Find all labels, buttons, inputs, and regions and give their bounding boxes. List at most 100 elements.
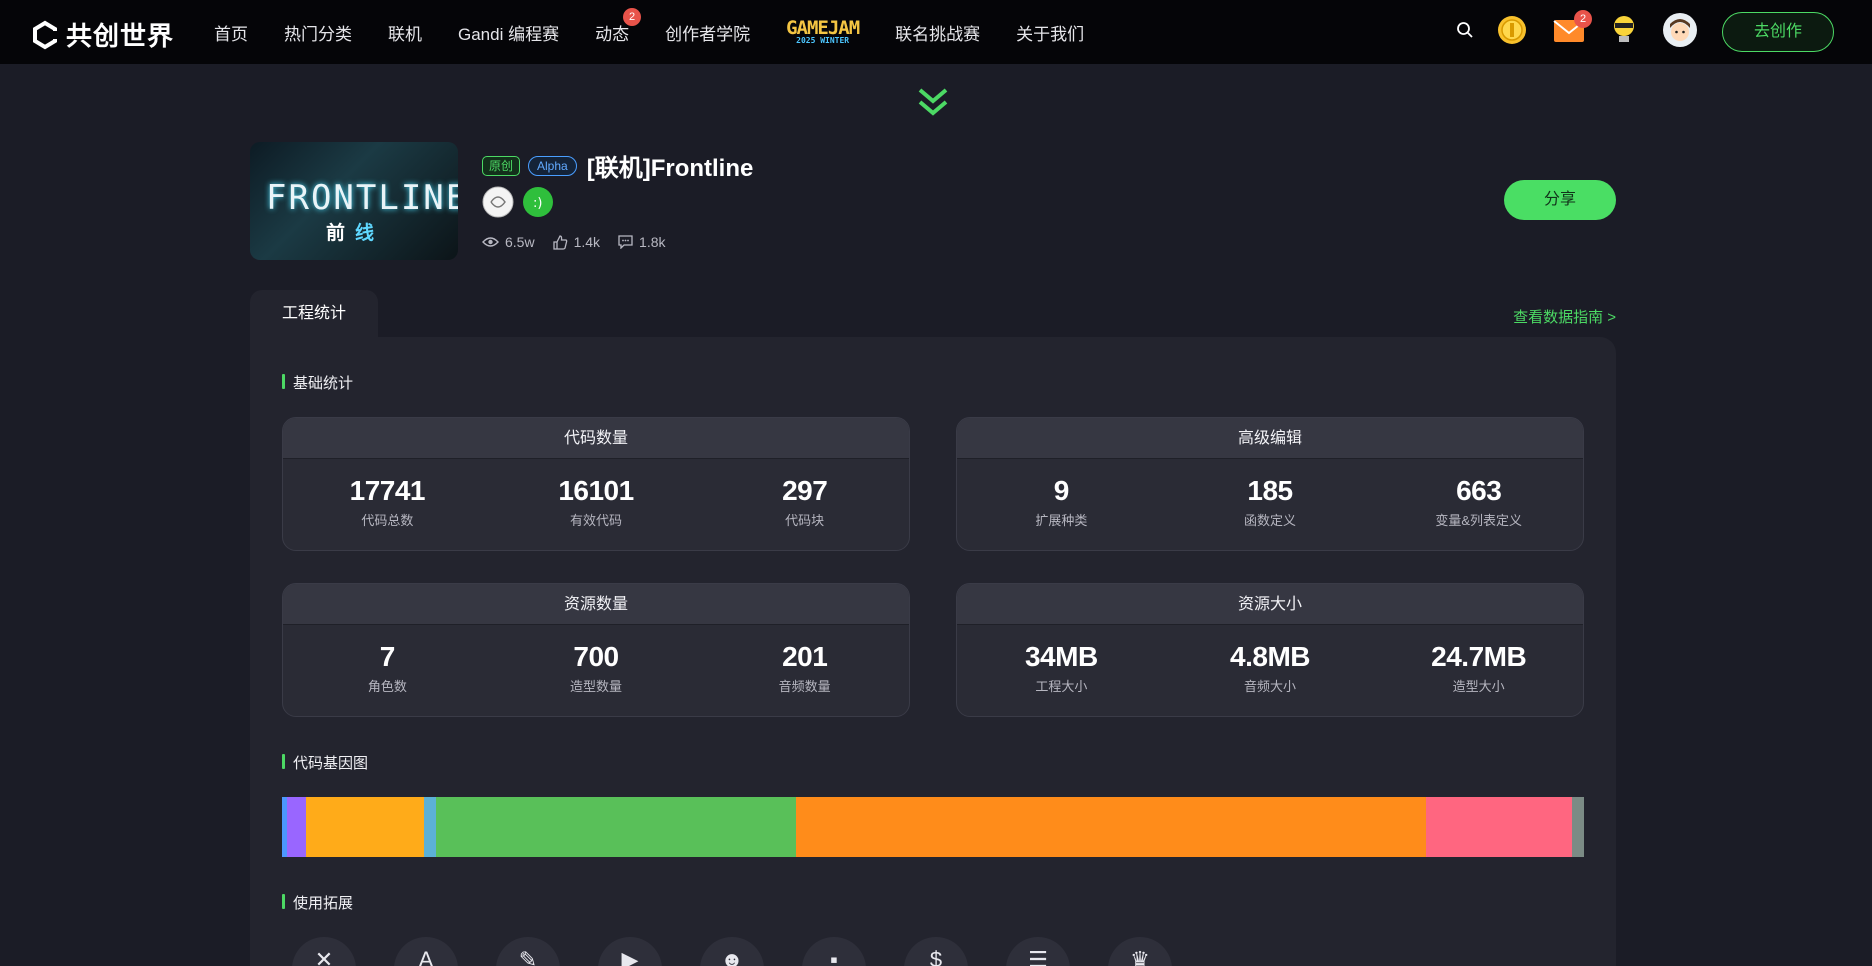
metric-sounds: 201 音频数量 — [700, 625, 909, 716]
metric-costumes: 700 造型数量 — [492, 625, 701, 716]
metric-label: 角色数 — [367, 679, 407, 694]
metric-value: 700 — [573, 641, 619, 672]
views-stat: 6.5w — [482, 234, 535, 250]
card-title: 高级编辑 — [957, 418, 1583, 459]
nav-item-feed[interactable]: 动态 2 — [595, 7, 642, 45]
comments-count: 1.8k — [639, 234, 666, 250]
gamejam-subtitle: 2025 WINTER — [796, 35, 850, 45]
double-chevron-down-icon[interactable] — [916, 86, 950, 120]
metric-value: 201 — [782, 641, 828, 672]
metric-total-code: 17741 代码总数 — [283, 459, 492, 550]
extension-list: ✕ A ✎ ▶ ☻ ▪ $ ☰ ♛ — [292, 937, 1172, 966]
pen-icon[interactable]: ✎ — [496, 937, 560, 966]
comments-stat[interactable]: 1.8k — [618, 234, 666, 250]
logo-icon — [33, 20, 57, 49]
nav-item-home[interactable]: 首页 — [214, 20, 248, 45]
logo-text: 共创世界 — [66, 21, 175, 51]
play-icon[interactable]: ▶ — [598, 937, 662, 966]
cover-subtitle: 前线 — [326, 218, 384, 245]
metric-label: 音频数量 — [778, 679, 831, 694]
nav-item-online[interactable]: 联机 — [388, 20, 422, 45]
likes-stat[interactable]: 1.4k — [552, 234, 601, 250]
metric-value: 16101 — [558, 475, 634, 506]
project-cover[interactable]: FRONTLINE 前线 — [250, 142, 458, 260]
comment-icon — [618, 235, 633, 249]
author-avatar-1[interactable] — [482, 186, 514, 218]
user-avatar[interactable] — [1662, 12, 1698, 53]
nav-item-categories[interactable]: 热门分类 — [284, 20, 352, 45]
metric-value: 185 — [1247, 475, 1293, 506]
metric-label: 变量&列表定义 — [1435, 513, 1523, 528]
pixel-icon[interactable]: ▪ — [802, 937, 866, 966]
metric-label: 代码总数 — [361, 513, 414, 528]
metric-label: 扩展种类 — [1035, 513, 1088, 528]
circle-x-icon[interactable]: ✕ — [292, 937, 356, 966]
metric-sprites: 7 角色数 — [283, 625, 492, 716]
metric-function-defs: 185 函数定义 — [1166, 459, 1375, 550]
gene-segment[interactable] — [436, 797, 796, 857]
svg-text::): :) — [533, 196, 542, 211]
original-tag: 原创 — [482, 155, 521, 176]
metric-value: 297 — [782, 475, 828, 506]
project-stats: 6.5w 1.4k 1.8k — [482, 234, 666, 250]
tab-project-stats[interactable]: 工程统计 — [250, 290, 378, 338]
gene-segment[interactable] — [287, 797, 306, 857]
metric-label: 函数定义 — [1244, 513, 1297, 528]
author-avatar-2[interactable]: :) — [522, 186, 554, 218]
list-icon[interactable]: ☰ — [1006, 937, 1070, 966]
project-title-row: 原创 Alpha [联机]Frontline — [482, 148, 753, 183]
letter-a-icon[interactable]: A — [394, 937, 458, 966]
metric-value: 34MB — [1024, 641, 1098, 672]
nav-item-academy[interactable]: 创作者学院 — [665, 20, 750, 45]
gamejam-logo[interactable]: GAMEJAM 2025 WINTER — [786, 18, 860, 45]
metric-variable-defs: 663 变量&列表定义 — [1374, 459, 1583, 550]
views-count: 6.5w — [505, 234, 535, 250]
gene-segment[interactable] — [1572, 797, 1584, 857]
search-icon[interactable] — [1456, 21, 1474, 44]
gene-segment[interactable] — [424, 797, 437, 857]
cover-sub-1: 前 — [326, 223, 356, 244]
gene-segment[interactable] — [795, 797, 1426, 857]
metric-project-size: 34MB 工程大小 — [957, 625, 1166, 716]
metric-label: 工程大小 — [1035, 679, 1088, 694]
nav-item-about[interactable]: 关于我们 — [1016, 20, 1084, 45]
section-title-extensions: 使用拓展 — [282, 892, 353, 913]
metric-code-blocks: 297 代码块 — [700, 459, 909, 550]
thumbs-up-icon — [552, 234, 567, 250]
nav-item-feed-label: 动态 — [595, 24, 630, 44]
gene-segment[interactable] — [1425, 797, 1573, 857]
card-resource-size: 资源大小 34MB 工程大小 4.8MB 音频大小 24.7MB 造型大小 — [956, 583, 1584, 717]
metric-label: 造型数量 — [570, 679, 623, 694]
cover-sub-2: 线 — [355, 223, 385, 244]
dollar-icon[interactable]: $ — [904, 937, 968, 966]
card-title: 资源大小 — [957, 584, 1583, 625]
likes-count: 1.4k — [573, 234, 601, 250]
metric-extension-types: 9 扩展种类 — [957, 459, 1166, 550]
metric-value: 17741 — [349, 475, 426, 506]
gene-segment[interactable] — [305, 797, 425, 857]
metric-label: 音频大小 — [1244, 679, 1297, 694]
coin-icon[interactable] — [1496, 14, 1528, 51]
nav-item-collab-challenge[interactable]: 联名挑战赛 — [895, 20, 980, 45]
section-title-basic: 基础统计 — [282, 372, 353, 393]
create-button[interactable]: 去创作 — [1722, 12, 1834, 52]
card-resource-count: 资源数量 7 角色数 700 造型数量 201 音频数量 — [282, 583, 910, 717]
lightbulb-icon[interactable] — [1610, 14, 1638, 51]
trophy-icon[interactable]: ♛ — [1108, 937, 1172, 966]
nav-item-gandi-contest[interactable]: Gandi 编程赛 — [458, 20, 559, 45]
mail-icon[interactable]: 2 — [1552, 9, 1592, 49]
alpha-tag: Alpha — [528, 155, 577, 176]
card-code-count: 代码数量 17741 代码总数 16101 有效代码 297 代码块 — [282, 417, 910, 551]
data-guide-link[interactable]: 查看数据指南 > — [1513, 306, 1616, 327]
nav-menu: 首页 热门分类 联机 Gandi 编程赛 动态 2 创作者学院 GAMEJAM … — [214, 0, 1120, 64]
card-advanced-edit: 高级编辑 9 扩展种类 185 函数定义 663 变量&列表定义 — [956, 417, 1584, 551]
metric-valid-code: 16101 有效代码 — [492, 459, 701, 550]
metric-value: 663 — [1456, 475, 1502, 506]
code-gene-bar[interactable] — [282, 797, 1584, 857]
card-title: 资源数量 — [283, 584, 909, 625]
metric-label: 有效代码 — [570, 513, 623, 528]
eye-icon — [482, 237, 499, 247]
share-button[interactable]: 分享 — [1504, 180, 1616, 220]
face-icon[interactable]: ☻ — [700, 937, 764, 966]
site-logo[interactable]: 共创世界 — [30, 16, 174, 53]
